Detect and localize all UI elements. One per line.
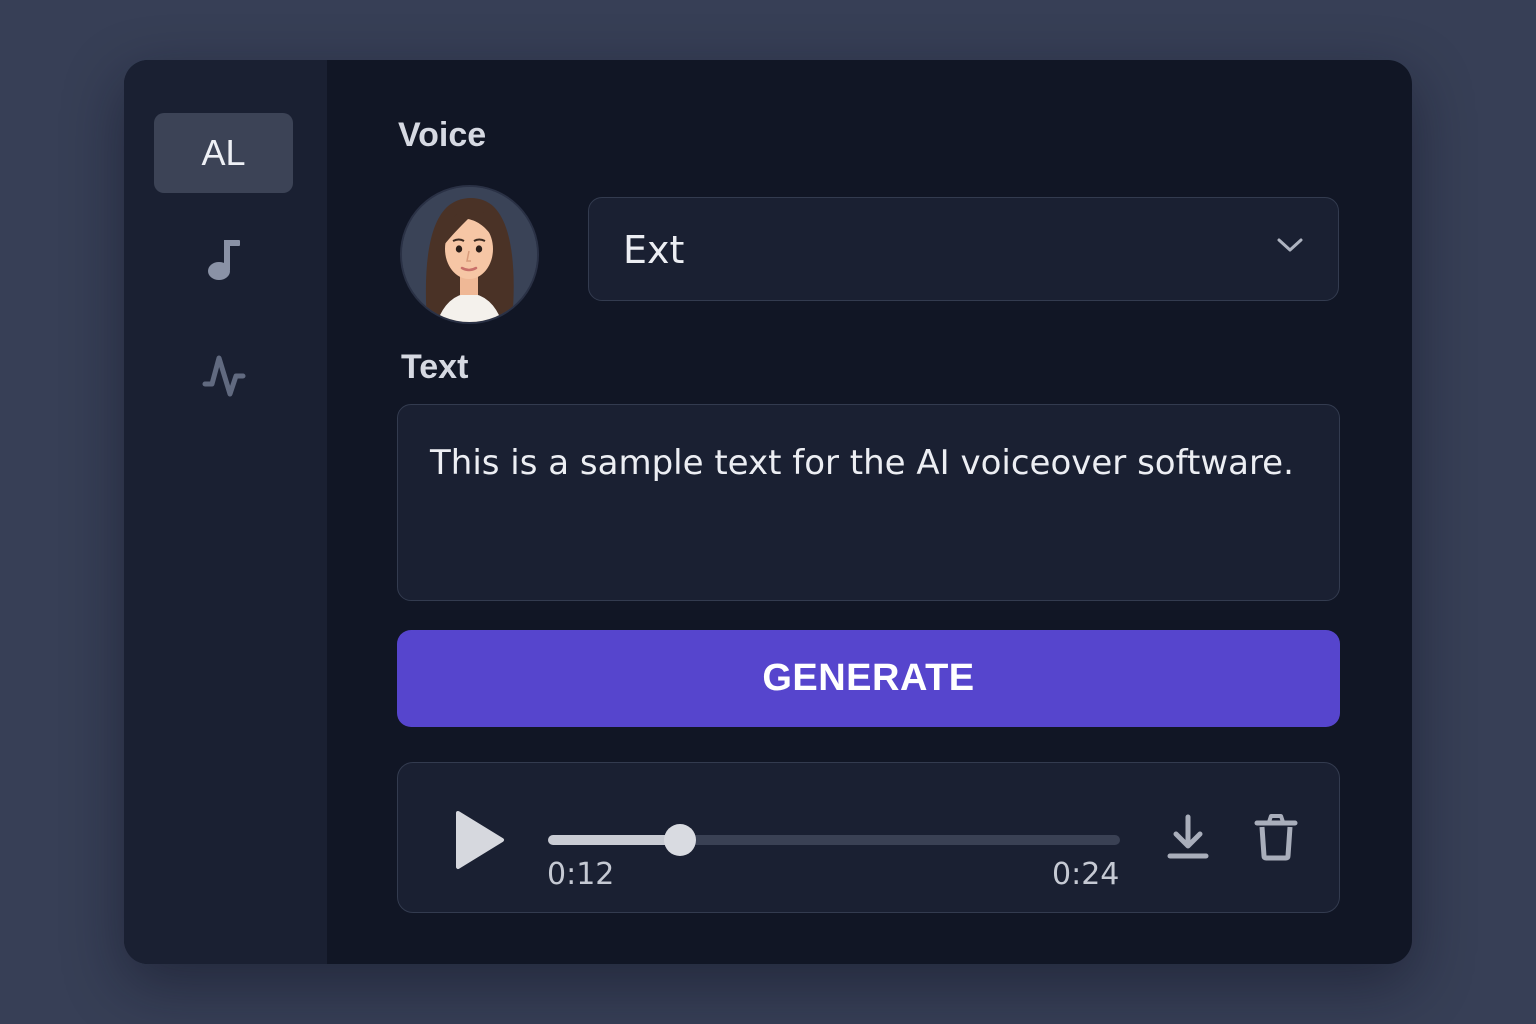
sidebar-item-al[interactable]: AL: [154, 113, 293, 193]
text-input[interactable]: This is a sample text for the AI voiceov…: [397, 404, 1340, 601]
generate-button[interactable]: GENERATE: [397, 630, 1340, 727]
text-label: Text: [401, 348, 469, 386]
sidebar-item-music[interactable]: [154, 221, 293, 301]
sidebar-item-label: AL: [201, 132, 246, 173]
progress-fill: [548, 835, 680, 845]
duration: 0:24: [1052, 857, 1120, 892]
app-window: AL Voice Ext Text This is a sample text …: [124, 60, 1412, 964]
current-time: 0:12: [547, 857, 615, 892]
voice-avatar: [400, 185, 539, 324]
waveform-icon: [202, 352, 246, 404]
trash-icon[interactable]: [1254, 813, 1298, 865]
download-icon[interactable]: [1166, 813, 1210, 865]
voice-select-value: Ext: [623, 228, 685, 272]
audio-player: 0:12 0:24: [397, 762, 1340, 913]
chevron-down-icon: [1276, 236, 1304, 258]
progress-slider[interactable]: [548, 824, 1120, 856]
sidebar-item-waveform[interactable]: [154, 338, 293, 418]
play-icon[interactable]: [452, 809, 506, 871]
progress-handle[interactable]: [663, 824, 696, 856]
sidebar: AL: [124, 60, 327, 964]
main-panel: Voice Ext Text This is a sample text for…: [327, 60, 1412, 964]
female-avatar-icon: [402, 187, 537, 322]
voice-select[interactable]: Ext: [588, 197, 1339, 301]
voice-label: Voice: [398, 116, 487, 154]
music-note-icon: [204, 236, 244, 286]
